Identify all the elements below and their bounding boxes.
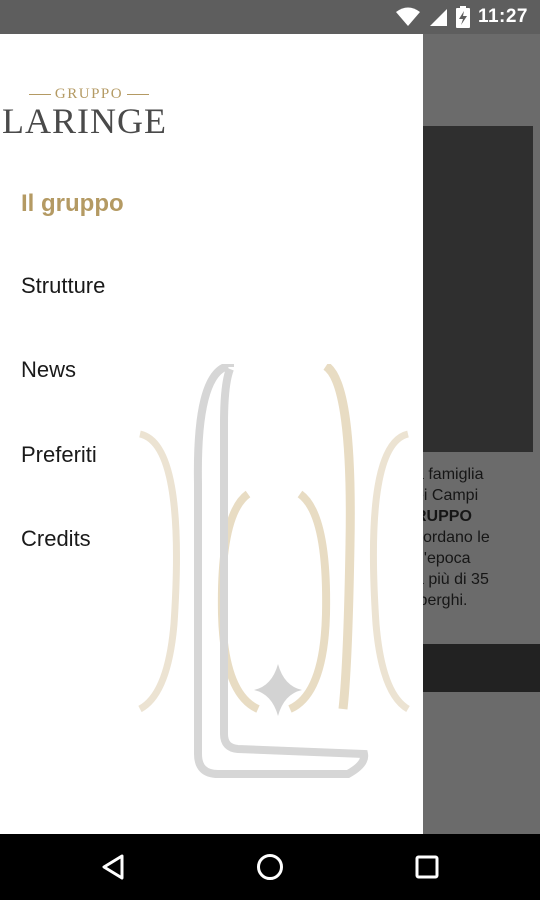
background-text-line: lberghi. bbox=[423, 592, 468, 609]
background-text-line: ei Campi bbox=[423, 487, 479, 504]
back-button[interactable] bbox=[73, 834, 153, 900]
background-text-line: a più di 35 bbox=[423, 571, 489, 588]
background-text: a famiglia ei Campi RUPPO cordano le d'e… bbox=[423, 464, 540, 611]
recents-button[interactable] bbox=[387, 834, 467, 900]
recents-icon bbox=[415, 855, 439, 879]
background-text-line: RUPPO bbox=[423, 508, 472, 525]
background-image bbox=[423, 126, 533, 452]
menu-item-credits[interactable]: Credits bbox=[0, 509, 423, 569]
background-bar bbox=[423, 644, 540, 692]
background-text-line: d'epoca bbox=[423, 550, 471, 567]
menu-item-news[interactable]: News bbox=[0, 340, 423, 400]
status-icons: 11:27 bbox=[395, 0, 528, 34]
status-time: 11:27 bbox=[477, 6, 528, 27]
menu-item-preferiti[interactable]: Preferiti bbox=[0, 425, 423, 485]
battery-charging-icon bbox=[455, 6, 470, 28]
home-button[interactable] bbox=[230, 834, 310, 900]
home-icon bbox=[257, 854, 283, 880]
wifi-icon bbox=[395, 7, 420, 26]
brand-logo[interactable]: GRUPPO LARINGE bbox=[0, 86, 180, 146]
navigation-bar bbox=[0, 834, 540, 900]
logo-title: LARINGE bbox=[2, 101, 167, 141]
menu-item-strutture[interactable]: Strutture bbox=[0, 256, 423, 316]
back-icon bbox=[102, 854, 124, 880]
menu-item-il-gruppo[interactable]: Il gruppo bbox=[0, 174, 423, 234]
status-bar: 11:27 bbox=[0, 0, 540, 34]
background-text-line: a famiglia bbox=[423, 466, 484, 483]
background-text-line: cordano le bbox=[423, 529, 490, 546]
cell-signal-icon bbox=[429, 9, 447, 26]
navigation-drawer: GRUPPO LARINGE Il gruppo Strutture News … bbox=[0, 34, 423, 834]
